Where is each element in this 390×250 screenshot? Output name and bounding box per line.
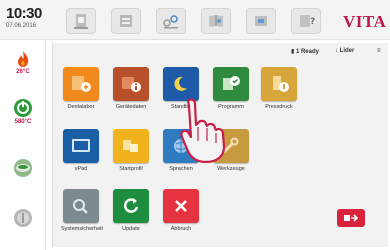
device-data-icon bbox=[113, 67, 149, 101]
chart-icon[interactable] bbox=[156, 8, 186, 34]
info-grey-icon bbox=[14, 209, 32, 227]
device-screen: 10:30 07.06.2016 ? VITA 26°C 580°C ▮ 1 R… bbox=[0, 0, 390, 250]
update-icon bbox=[113, 189, 149, 223]
tile-label: Systemsicherheit bbox=[61, 226, 103, 232]
tools-icon[interactable] bbox=[246, 8, 276, 34]
program-icon bbox=[213, 67, 249, 101]
pointing-hand-icon bbox=[180, 98, 226, 163]
dental-lab-icon bbox=[63, 67, 99, 101]
menu-icon[interactable]: ≡ bbox=[377, 48, 381, 54]
tile-label: Abbruch bbox=[170, 226, 192, 232]
tile-pressdruck[interactable]: Pressdruck bbox=[259, 67, 299, 110]
vpad-icon bbox=[63, 129, 99, 163]
tile-dentalabor[interactable]: Dentalabor bbox=[61, 67, 101, 110]
tile-systemsicherheit[interactable]: Systemsicherheit bbox=[61, 189, 103, 232]
status-ready: ▮ 1 Ready bbox=[291, 49, 319, 55]
tile-label: Startprofil bbox=[119, 166, 143, 172]
standby-moon-icon bbox=[163, 67, 199, 101]
time: 10:30 bbox=[6, 5, 42, 22]
brand-logo: VITA bbox=[343, 12, 387, 31]
book-icon[interactable] bbox=[201, 8, 231, 34]
tile-label: Sprachen bbox=[169, 166, 193, 172]
sidebar-item-temperature[interactable]: 26°C bbox=[6, 50, 40, 75]
system-security-icon bbox=[63, 189, 99, 223]
sidebar-value: 580°C bbox=[14, 119, 32, 125]
date: 07.06.2016 bbox=[6, 23, 37, 29]
clock: 10:30 07.06.2016 bbox=[6, 5, 50, 29]
exit-icon bbox=[344, 214, 359, 222]
tray-icon[interactable] bbox=[111, 8, 141, 34]
panel-header: ▮ 1 Ready ↓ Lider ≡ bbox=[53, 43, 389, 59]
status-lider: ↓ Lider bbox=[335, 48, 355, 54]
tile-geraetedaten[interactable]: Gerätedaten bbox=[111, 67, 151, 110]
start-profile-icon bbox=[113, 129, 149, 163]
cancel-icon bbox=[163, 189, 199, 223]
top-bar: 10:30 07.06.2016 ? VITA bbox=[0, 0, 390, 40]
sidebar: 26°C 580°C bbox=[0, 40, 46, 250]
tile-startprofil[interactable]: Startprofil bbox=[111, 129, 151, 172]
sidebar-item-info[interactable] bbox=[6, 208, 40, 228]
flame-icon bbox=[18, 51, 29, 67]
sidebar-value: 26°C bbox=[16, 69, 30, 75]
svg-text:?: ? bbox=[310, 17, 315, 27]
press-pressure-icon bbox=[261, 67, 297, 101]
oven-icon[interactable] bbox=[66, 8, 96, 34]
power-green-icon bbox=[14, 99, 32, 117]
tile-label: Gerätedaten bbox=[115, 104, 147, 110]
exit-button[interactable] bbox=[337, 209, 365, 227]
tile-update[interactable]: Update bbox=[111, 189, 151, 232]
help-icon[interactable]: ? bbox=[291, 8, 321, 34]
sidebar-item-program[interactable]: 580°C bbox=[6, 98, 40, 125]
tile-label: Dentalabor bbox=[67, 104, 95, 110]
tile-vpad[interactable]: vPad bbox=[61, 129, 101, 172]
tile-label: vPad bbox=[74, 166, 88, 172]
tile-label: Update bbox=[122, 226, 140, 232]
tile-label: Werkzeuge bbox=[217, 166, 245, 172]
sidebar-item-firing-plate[interactable] bbox=[6, 158, 40, 178]
firing-plate-icon bbox=[14, 159, 32, 177]
tile-abbruch[interactable]: Abbruch bbox=[161, 189, 201, 232]
tile-label: Pressdruck bbox=[265, 104, 293, 110]
